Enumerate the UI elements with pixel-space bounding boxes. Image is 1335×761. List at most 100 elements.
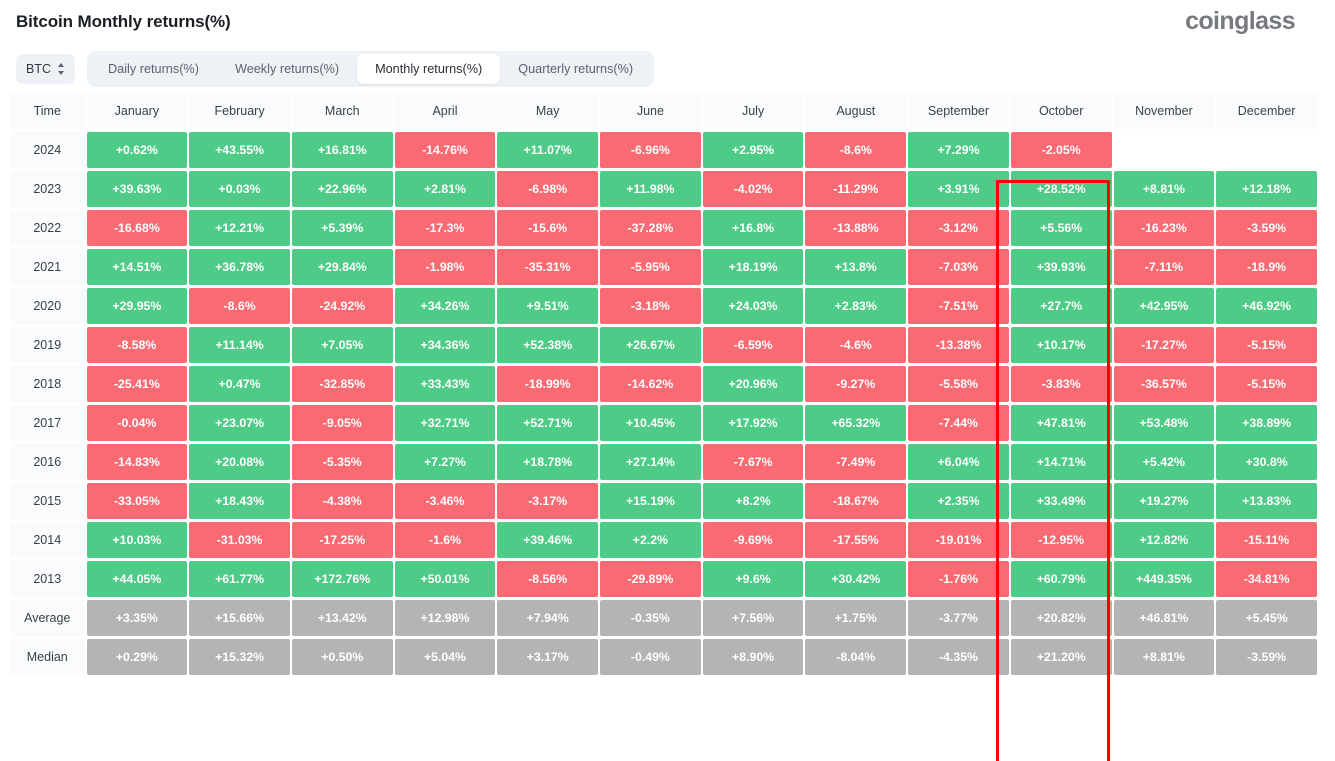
cell-2014-march: -17.25%	[291, 522, 393, 558]
cell-2021-july: +18.19%	[702, 249, 804, 285]
cell-2013-november: +449.35%	[1113, 561, 1215, 597]
cell-average-september: -3.77%	[908, 600, 1009, 636]
cell-average-march: +13.42%	[291, 600, 393, 636]
chevron-up-down-glyph	[58, 63, 64, 75]
cell-median-june: -0.49%	[600, 639, 701, 675]
cell-2014-may: +39.46%	[497, 522, 599, 558]
column-header-june: June	[600, 93, 701, 129]
cell-2019-november: -17.27%	[1113, 327, 1215, 363]
cell-2015-april: -3.46%	[394, 483, 496, 519]
controls-bar: BTC Daily returns(%) Weekly returns(%) M…	[0, 48, 1335, 90]
row-label-2016: 2016	[10, 444, 85, 480]
cell-2023-march: +22.96%	[291, 171, 393, 207]
chevron-up-down-icon	[57, 62, 65, 76]
cell-2024-march: +16.81%	[291, 132, 393, 168]
cell-2014-february: -31.03%	[189, 522, 290, 558]
column-header-april: April	[394, 93, 496, 129]
cell-2018-april: +33.43%	[394, 366, 496, 402]
cell-2023-january: +39.63%	[86, 171, 188, 207]
cell-median-april: +5.04%	[394, 639, 496, 675]
cell-2018-february: +0.47%	[189, 366, 290, 402]
cell-2014-october: -12.95%	[1010, 522, 1112, 558]
cell-2022-june: -37.28%	[600, 210, 701, 246]
cell-2018-september: -5.58%	[908, 366, 1009, 402]
symbol-selector-label: BTC	[26, 62, 51, 76]
cell-2013-january: +44.05%	[86, 561, 188, 597]
cell-2019-april: +34.36%	[394, 327, 496, 363]
cell-2017-july: +17.92%	[702, 405, 804, 441]
cell-average-august: +1.75%	[805, 600, 907, 636]
cell-2021-august: +13.8%	[805, 249, 907, 285]
cell-2020-january: +29.95%	[86, 288, 188, 324]
tab-weekly-returns[interactable]: Weekly returns(%)	[217, 54, 357, 84]
cell-2020-december: +46.92%	[1216, 288, 1317, 324]
tab-quarterly-returns[interactable]: Quarterly returns(%)	[500, 54, 651, 84]
cell-2021-november: -7.11%	[1113, 249, 1215, 285]
table-row: 2022 -16.68% +12.21% +5.39% -17.3% -15.6% -37.…	[10, 210, 1317, 246]
cell-2018-june: -14.62%	[600, 366, 701, 402]
cell-2014-september: -19.01%	[908, 522, 1009, 558]
cell-2013-february: +61.77%	[189, 561, 290, 597]
column-header-may: May	[497, 93, 599, 129]
cell-2023-february: +0.03%	[189, 171, 290, 207]
cell-2023-august: -11.29%	[805, 171, 907, 207]
cell-2023-november: +8.81%	[1113, 171, 1215, 207]
cell-2023-june: +11.98%	[600, 171, 701, 207]
cell-2016-june: +27.14%	[600, 444, 701, 480]
cell-2020-november: +42.95%	[1113, 288, 1215, 324]
cell-2024-july: +2.95%	[702, 132, 804, 168]
cell-2023-april: +2.81%	[394, 171, 496, 207]
cell-2018-january: -25.41%	[86, 366, 188, 402]
cell-2017-september: -7.44%	[908, 405, 1009, 441]
cell-2015-january: -33.05%	[86, 483, 188, 519]
cell-median-august: -8.04%	[805, 639, 907, 675]
coinglass-logo: coinglass	[1185, 7, 1296, 35]
cell-2018-july: +20.96%	[702, 366, 804, 402]
cell-2018-august: -9.27%	[805, 366, 907, 402]
cell-2021-june: -5.95%	[600, 249, 701, 285]
cell-2015-october: +33.49%	[1010, 483, 1112, 519]
cell-2021-december: -18.9%	[1216, 249, 1317, 285]
cell-2014-december: -15.11%	[1216, 522, 1317, 558]
cell-2014-june: +2.2%	[600, 522, 701, 558]
returns-table-wrap: Time January February March April May June July…	[0, 90, 1335, 761]
cell-2015-november: +19.27%	[1113, 483, 1215, 519]
row-label-2021: 2021	[10, 249, 85, 285]
cell-2022-january: -16.68%	[86, 210, 188, 246]
cell-2022-april: -17.3%	[394, 210, 496, 246]
cell-2022-march: +5.39%	[291, 210, 393, 246]
cell-2013-august: +30.42%	[805, 561, 907, 597]
cell-2017-april: +32.71%	[394, 405, 496, 441]
cell-2019-october: +10.17%	[1010, 327, 1112, 363]
table-row: 2014 +10.03% -31.03% -17.25% -1.6% +39.46% +2.…	[10, 522, 1317, 558]
cell-2018-november: -36.57%	[1113, 366, 1215, 402]
cell-2024-april: -14.76%	[394, 132, 496, 168]
row-label-2013: 2013	[10, 561, 85, 597]
cell-2021-march: +29.84%	[291, 249, 393, 285]
tab-daily-returns[interactable]: Daily returns(%)	[90, 54, 217, 84]
cell-2023-september: +3.91%	[908, 171, 1009, 207]
cell-2022-august: -13.88%	[805, 210, 907, 246]
table-row: 2020 +29.95% -8.6% -24.92% +34.26% +9.51% -3.1…	[10, 288, 1317, 324]
cell-2016-november: +5.42%	[1113, 444, 1215, 480]
cell-2015-december: +13.83%	[1216, 483, 1317, 519]
cell-2018-march: -32.85%	[291, 366, 393, 402]
row-label-2023: 2023	[10, 171, 85, 207]
tab-monthly-returns[interactable]: Monthly returns(%)	[357, 54, 501, 84]
cell-2016-december: +30.8%	[1216, 444, 1317, 480]
cell-2013-march: +172.76%	[291, 561, 393, 597]
cell-2022-october: +5.56%	[1010, 210, 1112, 246]
cell-average-january: +3.35%	[86, 600, 188, 636]
cell-2013-october: +60.79%	[1010, 561, 1112, 597]
cell-2020-july: +24.03%	[702, 288, 804, 324]
cell-2024-may: +11.07%	[497, 132, 599, 168]
cell-2017-august: +65.32%	[805, 405, 907, 441]
symbol-selector[interactable]: BTC	[16, 54, 75, 84]
table-row: 2024 +0.62% +43.55% +16.81% -14.76% +11.07% -6…	[10, 132, 1317, 168]
table-row: Median +0.29% +15.32% +0.50% +5.04% +3.17% -0.…	[10, 639, 1317, 675]
table-row: Average +3.35% +15.66% +13.42% +12.98% +7.94%…	[10, 600, 1317, 636]
period-tabs: Daily returns(%) Weekly returns(%) Month…	[87, 51, 655, 87]
row-label-2019: 2019	[10, 327, 85, 363]
cell-2022-november: -16.23%	[1113, 210, 1215, 246]
table-header-row: Time January February March April May June July…	[10, 93, 1317, 129]
